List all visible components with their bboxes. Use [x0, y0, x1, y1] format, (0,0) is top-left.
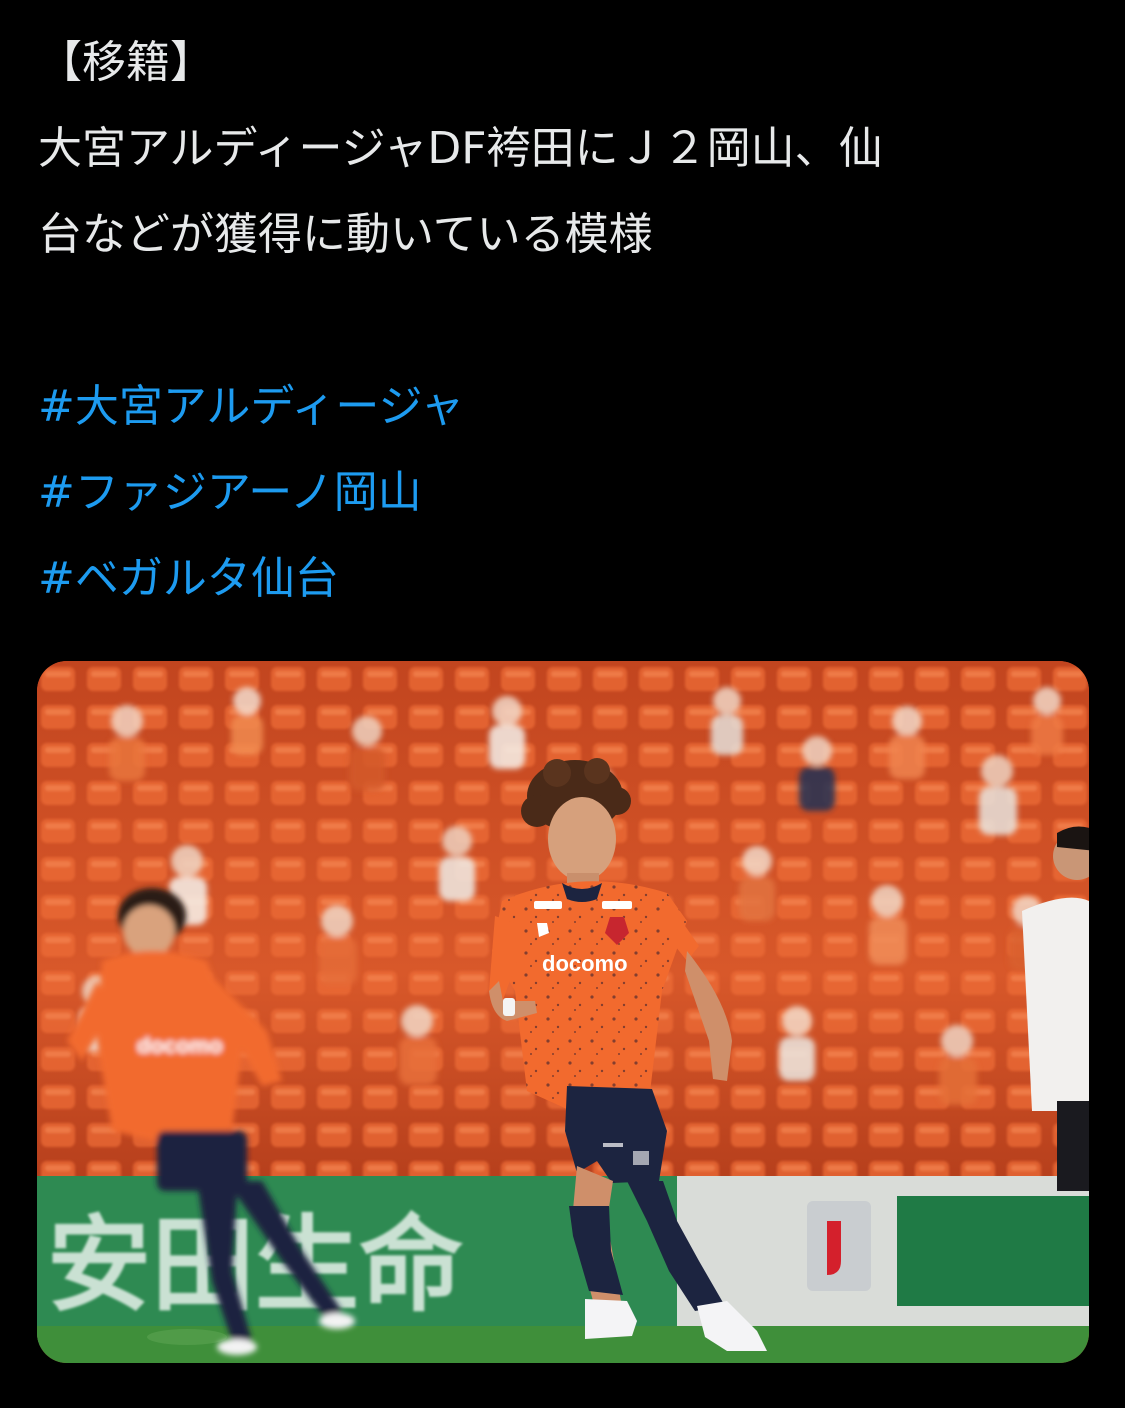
hashtag-link-vegalta[interactable]: #ベガルタ仙台 — [38, 536, 1088, 622]
ad-board-text: 安田生命 — [47, 1208, 463, 1324]
tweet-text: 【移籍】 大宮アルディージャDF袴田にＪ２岡山、仙 台などが獲得に動いている模様… — [38, 20, 1088, 622]
tweet-media-photo[interactable]: 安田生命 docomo docomo — [37, 661, 1089, 1363]
tweet: 【移籍】 大宮アルディージャDF袴田にＪ２岡山、仙 台などが獲得に動いている模様… — [0, 0, 1125, 1408]
jersey-sponsor: docomo — [542, 951, 628, 976]
tweet-text-line: 台などが獲得に動いている模様 — [38, 209, 653, 260]
hashtag-link-ardija[interactable]: #大宮アルディージャ — [38, 364, 1088, 450]
hashtag-link-fagiano[interactable]: #ファジアーノ岡山 — [38, 450, 1088, 536]
soccer-photo: 安田生命 docomo docomo — [37, 661, 1089, 1363]
jersey-sponsor-far: docomo — [137, 1033, 223, 1058]
tweet-text-line: 【移籍】 — [38, 37, 214, 88]
tweet-text-line: 大宮アルディージャDF袴田にＪ２岡山、仙 — [38, 123, 883, 174]
